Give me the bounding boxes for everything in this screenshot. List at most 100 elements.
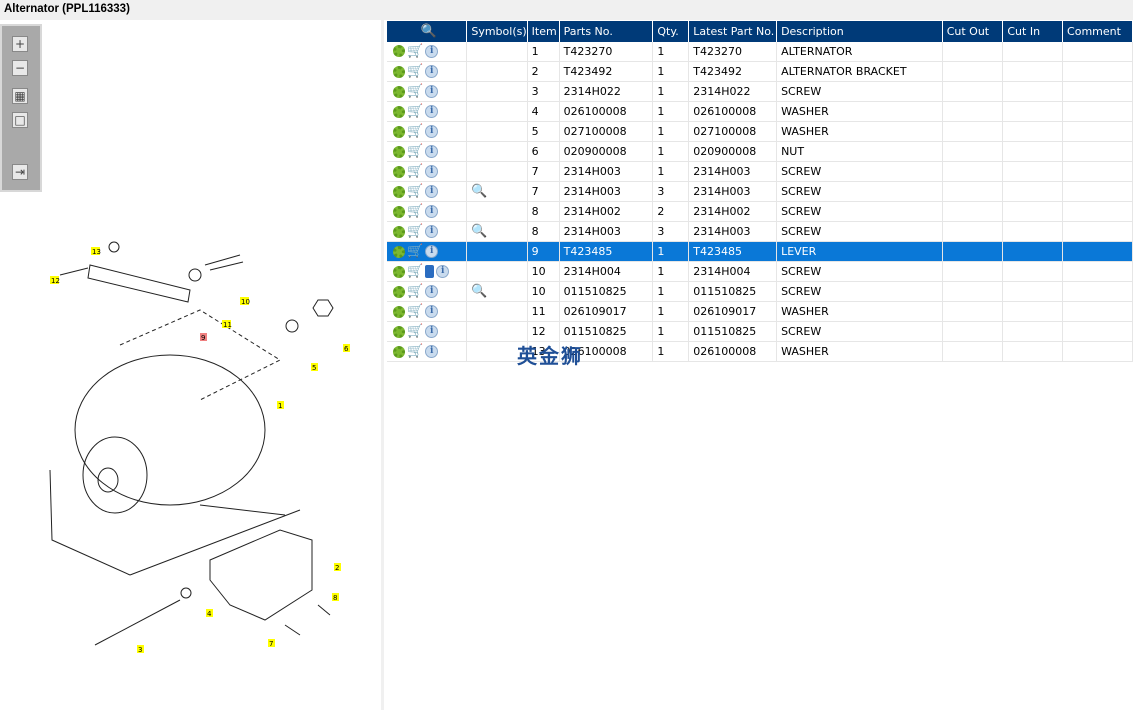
- cart-icon[interactable]: 🛒: [407, 344, 423, 359]
- settings-gear-icon[interactable]: [393, 205, 405, 218]
- item-cell: 6: [527, 141, 560, 162]
- settings-gear-icon[interactable]: [393, 85, 405, 98]
- column-header[interactable]: Description: [776, 20, 943, 42]
- comment-cell: [1062, 141, 1133, 162]
- info-icon[interactable]: i: [425, 225, 439, 238]
- column-header[interactable]: Symbol(s): [466, 20, 528, 42]
- settings-gear-icon[interactable]: [393, 305, 405, 318]
- info-icon[interactable]: i: [425, 185, 439, 198]
- cut-in-cell: [1002, 181, 1064, 202]
- column-header[interactable]: Comment: [1062, 20, 1133, 42]
- cart-icon[interactable]: 🛒: [407, 324, 423, 339]
- cart-icon[interactable]: 🛒: [407, 164, 423, 179]
- info-icon[interactable]: i: [425, 285, 439, 298]
- latest-cell: 011510825: [688, 281, 778, 302]
- info-icon[interactable]: i: [425, 145, 439, 158]
- info-icon[interactable]: i: [425, 85, 439, 98]
- parts-list-panel: 🔍 Symbol(s) Item Parts No. Qty. Latest Part N…: [387, 20, 1133, 710]
- cart-icon[interactable]: 🛒: [407, 104, 423, 119]
- symbols-cell: [466, 341, 528, 362]
- table-row[interactable]: 🛒 i 🔍 10 011510825 1 011510825 SCREW: [387, 281, 1133, 302]
- symbols-cell: 🔍: [466, 281, 528, 302]
- settings-gear-icon[interactable]: [393, 125, 405, 138]
- info-icon[interactable]: i: [425, 205, 439, 218]
- column-header[interactable]: Cut In: [1002, 20, 1064, 42]
- cart-icon[interactable]: 🛒: [407, 124, 423, 139]
- table-row[interactable]: 🛒 i 1 T423270 1 T423270 ALTERNATOR: [387, 41, 1133, 62]
- exploded-diagram: 13 12 10 11 9 6 5 1 2 8 4 7 3: [49, 241, 350, 654]
- settings-gear-icon[interactable]: [393, 265, 405, 278]
- latest-cell: 2314H004: [688, 261, 778, 282]
- qty-cell: 2: [652, 201, 690, 222]
- qty-cell: 1: [652, 141, 690, 162]
- table-row[interactable]: 🛒 i 10 2314H004 1 2314H004 SCREW: [387, 261, 1133, 282]
- table-row[interactable]: 🛒 i 12 011510825 1 011510825 SCREW: [387, 321, 1133, 342]
- cart-icon[interactable]: 🛒: [407, 184, 423, 199]
- book-icon[interactable]: [425, 265, 435, 278]
- table-row[interactable]: 🛒 i 🔍 7 2314H003 3 2314H003 SCREW: [387, 181, 1133, 202]
- comment-cell: [1062, 161, 1133, 182]
- column-header[interactable]: Cut Out: [942, 20, 1004, 42]
- info-icon[interactable]: i: [425, 165, 439, 178]
- info-icon[interactable]: i: [425, 305, 439, 318]
- table-row[interactable]: 🛒 i 4 026100008 1 026100008 WASHER: [387, 101, 1133, 122]
- info-icon[interactable]: i: [425, 325, 439, 338]
- info-icon[interactable]: i: [436, 265, 450, 278]
- table-row[interactable]: 🛒 i 7 2314H003 1 2314H003 SCREW: [387, 161, 1133, 182]
- comment-cell: [1062, 81, 1133, 102]
- cart-icon[interactable]: 🛒: [407, 204, 423, 219]
- settings-gear-icon[interactable]: [393, 65, 405, 78]
- cut-out-cell: [942, 241, 1004, 262]
- settings-gear-icon[interactable]: [393, 145, 405, 158]
- table-row[interactable]: 🛒 i 3 2314H022 1 2314H022 SCREW: [387, 81, 1133, 102]
- column-header[interactable]: Latest Part No.: [688, 20, 778, 42]
- info-icon[interactable]: i: [425, 245, 439, 258]
- cart-icon[interactable]: 🛒: [407, 264, 423, 279]
- header-search-icon[interactable]: 🔍: [387, 20, 468, 42]
- info-icon[interactable]: i: [425, 44, 439, 58]
- settings-gear-icon[interactable]: [393, 105, 405, 118]
- settings-gear-icon[interactable]: [393, 185, 405, 198]
- part-cell: 011510825: [559, 281, 654, 302]
- magnify-book-icon[interactable]: 🔍: [471, 224, 487, 239]
- settings-gear-icon[interactable]: [393, 325, 405, 338]
- settings-gear-icon[interactable]: [393, 45, 405, 58]
- cart-icon[interactable]: 🛒: [407, 64, 423, 79]
- info-icon[interactable]: i: [425, 345, 439, 358]
- column-header[interactable]: Qty.: [652, 20, 690, 42]
- cart-icon[interactable]: 🛒: [407, 244, 423, 259]
- cart-icon[interactable]: 🛒: [407, 84, 423, 99]
- desc-cell: WASHER: [776, 101, 943, 122]
- symbols-cell: [466, 201, 528, 222]
- cart-icon[interactable]: 🛒: [407, 224, 423, 239]
- magnify-book-icon[interactable]: 🔍: [471, 184, 487, 199]
- cut-out-cell: [942, 281, 1004, 302]
- cart-icon[interactable]: 🛒: [407, 284, 423, 299]
- column-header[interactable]: Item: [527, 20, 560, 42]
- settings-gear-icon[interactable]: [393, 345, 405, 358]
- cart-icon[interactable]: 🛒: [407, 144, 423, 159]
- table-row[interactable]: 🛒 i 11 026109017 1 026109017 WASHER: [387, 301, 1133, 322]
- info-icon[interactable]: i: [425, 65, 439, 78]
- cart-icon[interactable]: 🛒: [407, 304, 423, 319]
- settings-gear-icon[interactable]: [393, 225, 405, 238]
- info-icon[interactable]: i: [425, 105, 439, 118]
- table-row[interactable]: 🛒 i 5 027100008 1 027100008 WASHER: [387, 121, 1133, 142]
- cart-icon[interactable]: 🛒: [407, 44, 423, 59]
- table-row[interactable]: 🛒 i 9 T423485 1 T423485 LEVER: [387, 241, 1133, 262]
- info-icon[interactable]: i: [425, 125, 439, 138]
- table-row[interactable]: 🛒 i 13 026100008 1 026100008 WASHER: [387, 341, 1133, 362]
- part-cell: 026100008: [559, 341, 654, 362]
- item-cell: 10: [527, 261, 560, 282]
- table-row[interactable]: 🛒 i 8 2314H002 2 2314H002 SCREW: [387, 201, 1133, 222]
- magnify-book-icon[interactable]: 🔍: [471, 284, 487, 299]
- diagram-panel: + − ▦ □ ⇥ 13 12 10 11 9 6 5 1 2 8 4 7 3: [0, 20, 384, 710]
- table-row[interactable]: 🛒 i 2 T423492 1 T423492 ALTERNATOR BRACKET: [387, 61, 1133, 82]
- settings-gear-icon[interactable]: [393, 285, 405, 298]
- settings-gear-icon[interactable]: [393, 165, 405, 178]
- column-header[interactable]: Parts No.: [559, 20, 654, 42]
- table-row[interactable]: 🛒 i 🔍 8 2314H003 3 2314H003 SCREW: [387, 221, 1133, 242]
- part-cell: 2314H003: [559, 161, 654, 182]
- settings-gear-icon[interactable]: [393, 245, 405, 258]
- table-row[interactable]: 🛒 i 6 020900008 1 020900008 NUT: [387, 141, 1133, 162]
